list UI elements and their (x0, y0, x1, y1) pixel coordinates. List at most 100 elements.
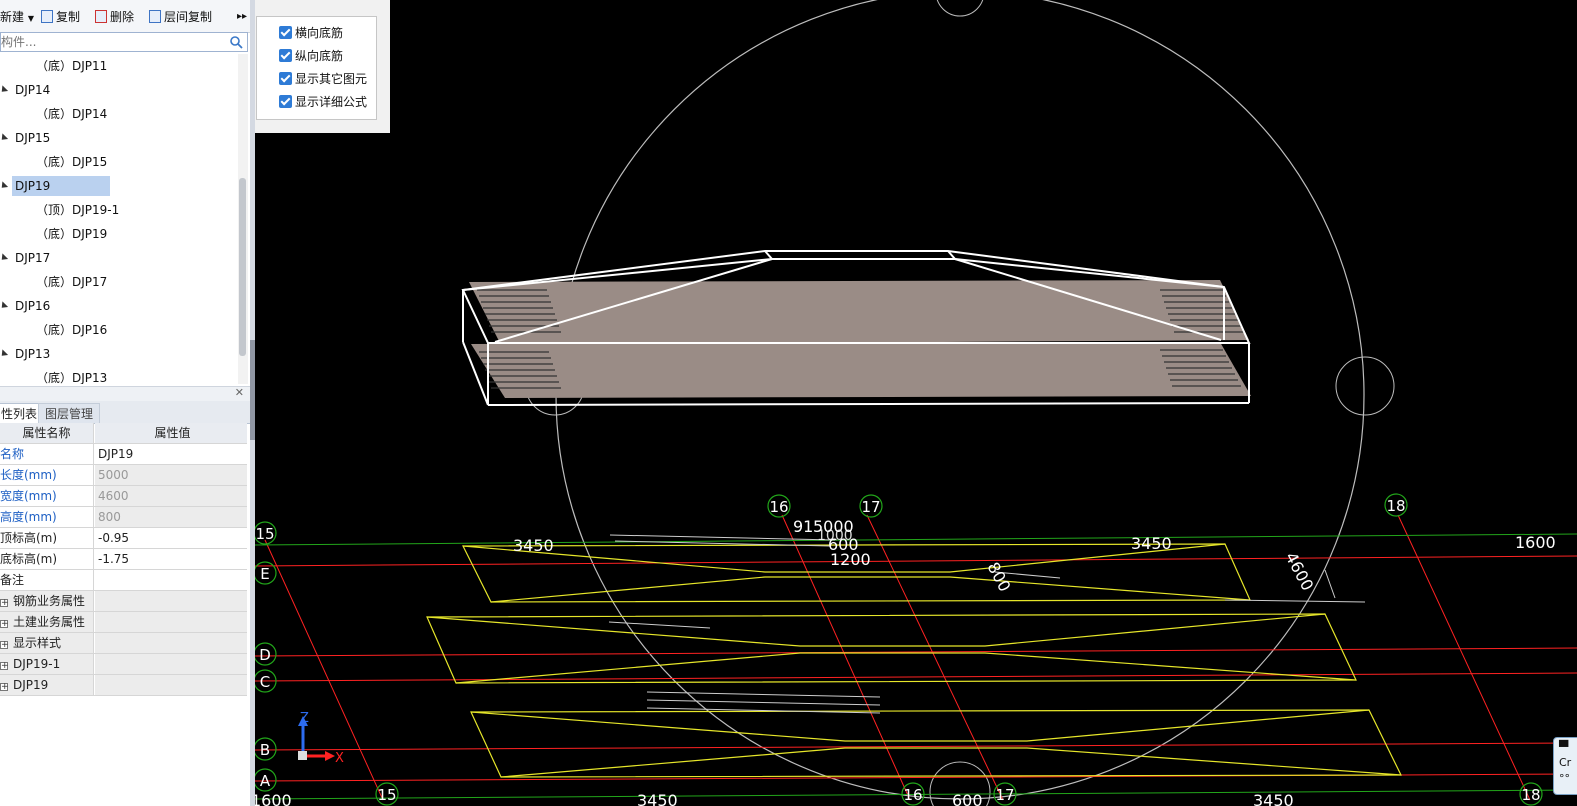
toolbar: 新建 ▼ 复制 删除 层间复制 ▸▸ (0, 0, 250, 33)
checkbox-checked-icon[interactable] (279, 95, 292, 108)
axis-gizmo: Z X (298, 711, 344, 766)
tree-item-label: DJP17 (15, 251, 51, 265)
dim-1600-bottom: 1600 (255, 791, 292, 806)
axis-bubble-18: 18 (1384, 493, 1408, 517)
prop-value[interactable] (95, 570, 247, 590)
expand-triangle-icon[interactable] (0, 349, 9, 359)
prop-value (95, 633, 247, 653)
expand-triangle-icon[interactable] (0, 133, 9, 143)
prop-value[interactable]: -0.95 (95, 528, 247, 548)
tree-leaf-item[interactable]: （底）DJP16 (36, 320, 107, 340)
svg-text:18: 18 (1521, 786, 1540, 804)
opt-show-detail-formula[interactable]: 显示详细公式 (279, 93, 367, 111)
prop-row[interactable]: + 钢筋业务属性 (0, 591, 247, 612)
tree-leaf-item[interactable]: （底）DJP17 (36, 272, 107, 292)
corner-text-1: Cr (1559, 756, 1572, 769)
checkbox-checked-icon[interactable] (279, 72, 292, 85)
close-icon[interactable]: ✕ (235, 386, 244, 399)
prop-row[interactable]: 高度(mm) 800 (0, 507, 247, 528)
tab-layer-mgmt[interactable]: 图层管理 (38, 403, 101, 423)
prop-value[interactable]: -1.75 (95, 549, 247, 569)
tree-leaf-item[interactable]: （底）DJP11 (36, 56, 107, 76)
tree-leaf-item[interactable]: （底）DJP14 (36, 104, 107, 124)
prop-row[interactable]: 备注 (0, 570, 247, 591)
expand-plus-icon[interactable]: + (0, 641, 9, 650)
svg-text:B: B (260, 741, 270, 759)
prop-value (95, 654, 247, 674)
dim-4600: 4600 (1281, 549, 1317, 594)
expand-plus-icon[interactable]: + (0, 620, 9, 629)
prop-value: 5000 (95, 465, 247, 485)
search-input[interactable] (1, 33, 221, 50)
prop-value: 800 (95, 507, 247, 527)
expand-triangle-icon[interactable] (0, 85, 9, 95)
tree-leaf-item[interactable]: （底）DJP13 (36, 368, 107, 384)
prop-name-text: 名称 (0, 447, 25, 461)
prop-name: 高度(mm) (0, 507, 94, 527)
tree-item-label: （顶）DJP19-1 (36, 203, 120, 217)
axis-bubble-15: 15 (255, 521, 277, 545)
prop-header-name: 属性名称 (0, 423, 94, 443)
axis-bubble-16-bottom: 16 (901, 782, 925, 806)
axis-bubble-E: E (255, 561, 277, 585)
dim-overlap: 91 (793, 517, 813, 536)
expand-triangle-icon[interactable] (0, 301, 9, 311)
tree-group-item[interactable]: DJP15 (0, 128, 54, 148)
tree-scrollbar-thumb[interactable] (239, 178, 246, 356)
expand-triangle-icon[interactable] (0, 253, 9, 263)
floor-copy-button[interactable]: 层间复制 (149, 8, 212, 26)
tree-group-item[interactable]: DJP14 (0, 80, 54, 100)
opt-horizontal-bottom-rebar[interactable]: 横向底筋 (279, 24, 343, 42)
checkbox-checked-icon[interactable] (279, 26, 292, 39)
axis-x-label: X (335, 751, 344, 766)
tree-item-label: （底）DJP17 (36, 275, 108, 289)
tree-item-label: DJP16 (15, 299, 51, 313)
prop-name-text: 备注 (0, 573, 25, 587)
copy-button[interactable]: 复制 (41, 8, 80, 26)
prop-value[interactable]: DJP19 (95, 444, 247, 464)
prop-row[interactable]: + DJP19-1 (0, 654, 247, 675)
opt-vertical-bottom-rebar[interactable]: 纵向底筋 (279, 47, 343, 65)
tree-group-item[interactable]: DJP13 (0, 344, 54, 364)
view-circle-handle-top[interactable] (936, 0, 984, 17)
prop-row[interactable]: 顶标高(m) -0.95 (0, 528, 247, 549)
expand-triangle-icon[interactable] (0, 181, 9, 191)
prop-row[interactable]: + DJP19 (0, 675, 247, 696)
view-circle-handle-right[interactable] (1335, 356, 1395, 416)
prop-row[interactable]: 底标高(m) -1.75 (0, 549, 247, 570)
expand-plus-icon[interactable]: + (0, 599, 9, 608)
tree-leaf-item[interactable]: （底）DJP19 (36, 224, 107, 244)
prop-row[interactable]: 长度(mm) 5000 (0, 465, 247, 486)
prop-row[interactable]: 名称 DJP19 (0, 444, 247, 465)
double-chevron-right-icon[interactable]: ▸▸ (237, 8, 247, 26)
expand-plus-icon[interactable]: + (0, 683, 9, 692)
delete-button[interactable]: 删除 (95, 8, 134, 26)
tree-group-item[interactable]: DJP16 (0, 296, 54, 316)
tree-leaf-item[interactable]: （顶）DJP19-1 (36, 200, 119, 220)
prop-row[interactable]: + 土建业务属性 (0, 612, 247, 633)
opt-label: 横向底筋 (295, 26, 344, 40)
tree-scrollbar[interactable] (238, 54, 248, 384)
copy-button-label: 复制 (56, 10, 81, 24)
prop-name-text: 顶标高(m) (0, 531, 58, 545)
tree-leaf-item[interactable]: （底）DJP15 (36, 152, 107, 172)
checkbox-checked-icon[interactable] (279, 49, 292, 62)
prop-name-text: 显示样式 (13, 636, 62, 650)
opt-show-other-elements[interactable]: 显示其它图元 (279, 70, 367, 88)
new-button[interactable]: 新建 ▼ (0, 8, 34, 26)
tree-item-label: DJP19 (15, 179, 51, 193)
corner-widget[interactable]: ▀ Cr °° (1553, 737, 1577, 795)
prop-row[interactable]: + 显示样式 (0, 633, 247, 654)
dim-3450-right: 3450 (1131, 534, 1172, 553)
expand-plus-icon[interactable]: + (0, 662, 9, 671)
dim-1000: 1000 (817, 528, 853, 544)
floor-copy-icon (149, 10, 161, 23)
corner-text-2: °° (1559, 772, 1570, 785)
drawing-canvas[interactable]: 16 17 18 15 E D C B A 15 16 17 18 3450 3… (255, 0, 1577, 806)
prop-row[interactable]: 宽度(mm) 4600 (0, 486, 247, 507)
search-icon[interactable] (229, 35, 243, 49)
prop-value (95, 612, 247, 632)
tree-group-item[interactable]: DJP17 (0, 248, 54, 268)
tree-group-item[interactable]: DJP19 (0, 176, 111, 196)
prop-name-text: 土建业务属性 (13, 615, 86, 629)
